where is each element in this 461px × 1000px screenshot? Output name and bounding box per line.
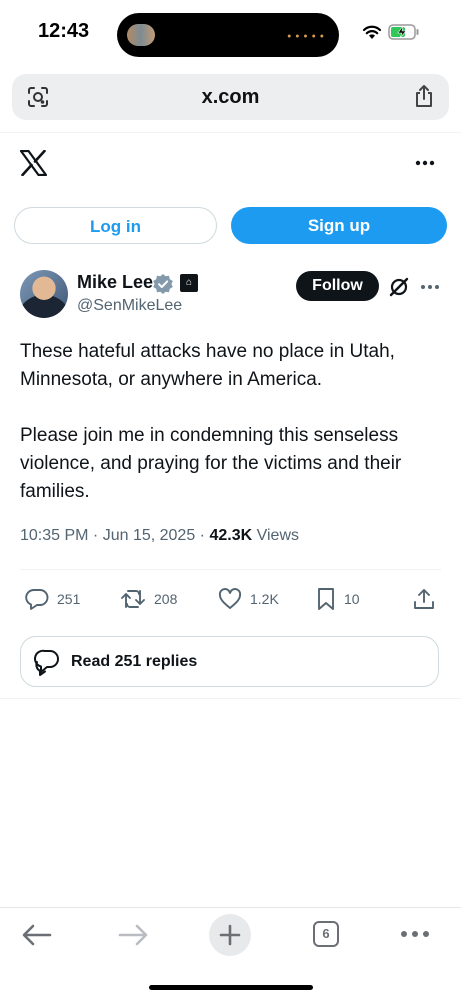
- like-button[interactable]: 1.2K: [218, 585, 279, 613]
- island-audio-indicator: ● ● ● ● ●: [287, 33, 325, 40]
- bookmark-icon: [318, 588, 334, 610]
- author-handle[interactable]: @SenMikeLee: [77, 297, 182, 315]
- share-icon: [414, 589, 434, 609]
- more-icon[interactable]: [414, 152, 436, 174]
- post-text: These hateful attacks have no place in U…: [20, 338, 445, 534]
- x-logo-icon[interactable]: [20, 150, 47, 176]
- repost-button[interactable]: 208: [120, 585, 177, 613]
- like-icon: [218, 588, 242, 609]
- read-replies-button[interactable]: Read 251 replies: [20, 636, 439, 687]
- reply-count: 251: [57, 591, 81, 607]
- more-icon[interactable]: [400, 930, 430, 938]
- back-arrow-icon[interactable]: [22, 924, 52, 946]
- read-replies-label: Read 251 replies: [71, 653, 198, 670]
- forward-arrow-icon[interactable]: [118, 924, 148, 946]
- share-icon[interactable]: [413, 84, 435, 108]
- reply-button[interactable]: 251: [25, 585, 80, 613]
- avatar[interactable]: [20, 270, 68, 318]
- home-indicator[interactable]: [149, 985, 313, 990]
- content-divider: [0, 698, 461, 699]
- address-bar[interactable]: x.com: [12, 74, 449, 120]
- url-text[interactable]: x.com: [12, 86, 449, 109]
- post-more-icon[interactable]: [420, 284, 440, 290]
- post-actions: 251 208 1.2K 10: [20, 585, 441, 613]
- post-paragraph: These hateful attacks have no place in U…: [20, 341, 395, 390]
- post-timestamp[interactable]: 10:35 PM · Jun 15, 2025 ·: [20, 527, 209, 544]
- new-tab-button[interactable]: [209, 914, 251, 956]
- island-avatars: [127, 24, 155, 46]
- post-meta: 10:35 PM · Jun 15, 2025 · 42.3K Views: [20, 527, 299, 545]
- signup-button[interactable]: Sign up: [231, 207, 447, 244]
- wifi-icon: [362, 25, 382, 39]
- bookmark-button[interactable]: 10: [316, 585, 360, 613]
- status-time: 12:43: [38, 20, 90, 42]
- battery-icon: [388, 24, 419, 40]
- meta-divider: [20, 569, 441, 570]
- repost-icon: [121, 590, 145, 608]
- verified-icon: [153, 274, 173, 294]
- chat-bubbles-icon: [34, 649, 59, 676]
- like-count: 1.2K: [250, 591, 279, 607]
- repost-count: 208: [154, 591, 178, 607]
- dynamic-island: ● ● ● ● ●: [117, 13, 339, 57]
- reply-icon: [25, 589, 49, 610]
- views-count: 42.3K: [209, 527, 253, 544]
- header-divider: [0, 132, 461, 133]
- status-bar: 12:43 ● ● ● ● ●: [0, 0, 461, 70]
- author-name[interactable]: Mike Lee: [77, 272, 153, 293]
- share-post-button[interactable]: [412, 585, 436, 613]
- views-label: Views: [252, 527, 299, 544]
- post-paragraph: Please join me in condemning this sensel…: [20, 425, 402, 502]
- follow-button[interactable]: Follow: [296, 271, 379, 301]
- tabs-icon[interactable]: 6: [313, 921, 339, 947]
- government-badge-icon: ⌂: [180, 274, 198, 292]
- login-button[interactable]: Log in: [14, 207, 217, 244]
- plus-icon: [219, 924, 241, 946]
- grok-icon[interactable]: [388, 276, 410, 298]
- bookmark-count: 10: [344, 591, 360, 607]
